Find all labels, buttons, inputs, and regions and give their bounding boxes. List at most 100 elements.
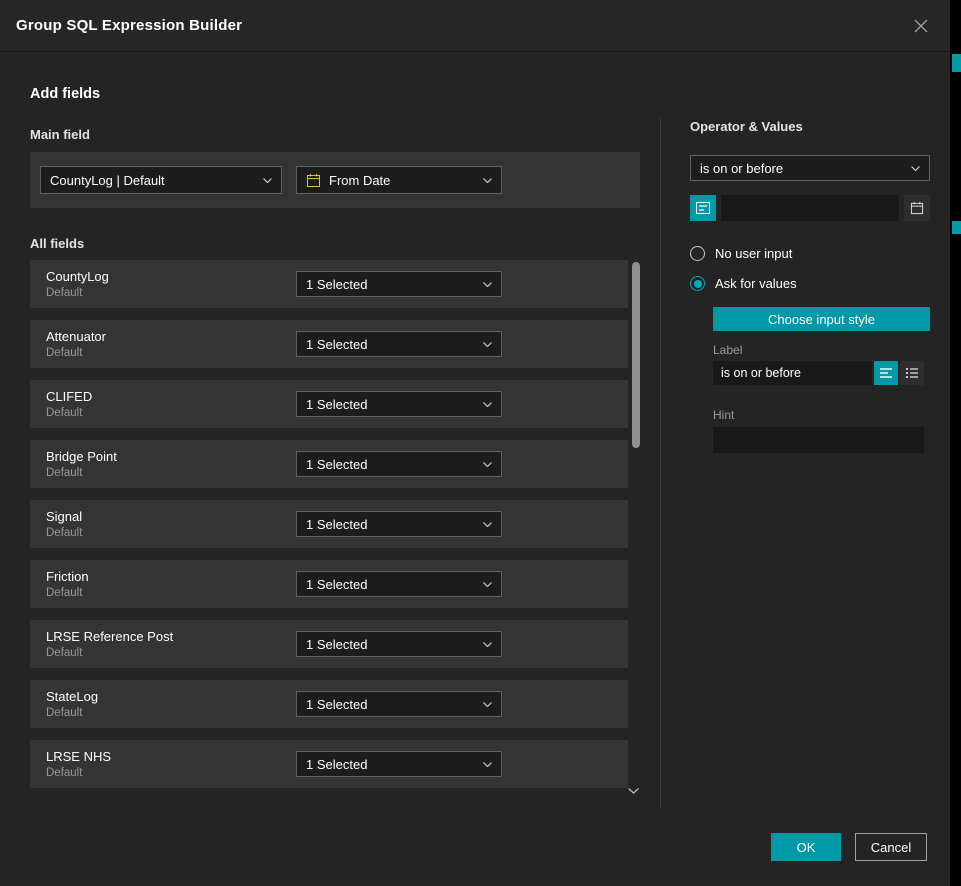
field-info: CLIFED Default — [46, 389, 92, 419]
cancel-button[interactable]: Cancel — [855, 833, 927, 861]
field-selection-dropdown[interactable]: 1 Selected — [296, 391, 502, 417]
operator-dropdown-value: is on or before — [700, 161, 905, 176]
field-name: Friction — [46, 569, 89, 584]
field-name: Signal — [46, 509, 82, 524]
chevron-down-icon — [911, 166, 920, 171]
field-info: Bridge Point Default — [46, 449, 117, 479]
dropdown-value: 1 Selected — [306, 637, 477, 652]
underlying-page-fragment — [952, 54, 961, 72]
field-selection-dropdown[interactable]: 1 Selected — [296, 331, 502, 357]
label-input-row — [713, 361, 930, 385]
main-layer-dropdown[interactable]: CountyLog | Default — [40, 166, 282, 194]
field-row-friction: Friction Default 1 Selected — [30, 560, 628, 608]
field-row-statelog: StateLog Default 1 Selected — [30, 680, 628, 728]
scrollbar-thumb[interactable] — [632, 262, 640, 448]
field-info: Attenuator Default — [46, 329, 106, 359]
single-line-style-button[interactable] — [874, 361, 898, 385]
radio-label: Ask for values — [715, 276, 797, 291]
ok-button[interactable]: OK — [771, 833, 841, 861]
operator-values-heading: Operator & Values — [690, 119, 930, 134]
operator-dropdown[interactable]: is on or before — [690, 155, 930, 181]
add-fields-heading: Add fields — [30, 86, 640, 102]
chevron-down-icon — [483, 178, 492, 183]
field-name: Bridge Point — [46, 449, 117, 464]
field-name: CLIFED — [46, 389, 92, 404]
main-layer-dropdown-value: CountyLog | Default — [50, 173, 257, 188]
chevron-down-icon — [483, 702, 492, 707]
date-picker-button[interactable] — [904, 195, 930, 221]
field-selection-dropdown[interactable]: 1 Selected — [296, 511, 502, 537]
chevron-down-icon — [483, 402, 492, 407]
field-row-clifed: CLIFED Default 1 Selected — [30, 380, 628, 428]
hint-input[interactable] — [713, 427, 924, 453]
field-name: StateLog — [46, 689, 98, 704]
field-selection-dropdown[interactable]: 1 Selected — [296, 451, 502, 477]
main-date-field-dropdown[interactable]: From Date — [296, 166, 502, 194]
dropdown-value: 1 Selected — [306, 577, 477, 592]
chevron-down-icon — [483, 282, 492, 287]
calendar-icon — [910, 201, 924, 215]
main-field-panel: CountyLog | Default From Date — [30, 152, 640, 208]
scroll-down-arrow-icon[interactable] — [628, 788, 639, 794]
chevron-down-icon — [483, 462, 492, 467]
set-value-from-field-button[interactable] — [690, 195, 716, 221]
dialog-footer: OK Cancel — [771, 833, 927, 861]
add-fields-section: Add fields Main field CountyLog | Defaul… — [30, 80, 640, 788]
field-selection-dropdown[interactable]: 1 Selected — [296, 751, 502, 777]
radio-circle-selected-icon — [690, 276, 705, 291]
all-fields-list: CountyLog Default 1 Selected Attenuator … — [30, 260, 628, 788]
field-sublabel: Default — [46, 467, 117, 479]
dropdown-value: 1 Selected — [306, 757, 477, 772]
field-info: Friction Default — [46, 569, 89, 599]
radio-ask-for-values[interactable]: Ask for values — [690, 276, 930, 291]
screen: Group SQL Expression Builder Add fields … — [0, 0, 961, 886]
list-style-icon — [906, 368, 918, 378]
value-input[interactable] — [721, 195, 899, 221]
choose-input-style-button[interactable]: Choose input style — [713, 307, 930, 331]
dropdown-value: 1 Selected — [306, 697, 477, 712]
dropdown-value: 1 Selected — [306, 397, 477, 412]
value-input-row — [690, 195, 930, 221]
radio-circle-icon — [690, 246, 705, 261]
list-scrollbar[interactable] — [632, 262, 640, 776]
close-button[interactable] — [908, 13, 934, 39]
chevron-down-icon — [483, 342, 492, 347]
radio-no-user-input[interactable]: No user input — [690, 246, 930, 261]
field-name: LRSE Reference Post — [46, 629, 173, 644]
field-sublabel: Default — [46, 587, 89, 599]
list-style-button[interactable] — [900, 361, 924, 385]
label-input[interactable] — [713, 361, 872, 385]
field-name: Attenuator — [46, 329, 106, 344]
close-icon — [914, 19, 928, 33]
field-info: Signal Default — [46, 509, 82, 539]
radio-label: No user input — [715, 246, 792, 261]
chevron-down-icon — [483, 522, 492, 527]
chevron-down-icon — [483, 762, 492, 767]
label-caption: Label — [713, 343, 930, 357]
field-sublabel: Default — [46, 707, 98, 719]
field-selection-dropdown[interactable]: 1 Selected — [296, 571, 502, 597]
single-line-style-icon — [880, 368, 892, 378]
chevron-down-icon — [263, 178, 272, 183]
field-selection-dropdown[interactable]: 1 Selected — [296, 271, 502, 297]
field-sublabel: Default — [46, 347, 106, 359]
calendar-icon — [306, 173, 321, 188]
main-date-field-value: From Date — [329, 173, 469, 188]
main-field-label: Main field — [30, 127, 640, 142]
field-row-signal: Signal Default 1 Selected — [30, 500, 628, 548]
dialog-title: Group SQL Expression Builder — [16, 17, 242, 34]
field-sublabel: Default — [46, 287, 109, 299]
field-name: LRSE NHS — [46, 749, 111, 764]
hint-caption: Hint — [713, 408, 930, 422]
field-row-attenuator: Attenuator Default 1 Selected — [30, 320, 628, 368]
field-info: StateLog Default — [46, 689, 98, 719]
chevron-down-icon — [483, 582, 492, 587]
dialog-titlebar: Group SQL Expression Builder — [0, 0, 950, 52]
field-row-countylog: CountyLog Default 1 Selected — [30, 260, 628, 308]
field-row-lrse-nhs: LRSE NHS Default 1 Selected — [30, 740, 628, 788]
field-selection-dropdown[interactable]: 1 Selected — [296, 631, 502, 657]
field-selection-dropdown[interactable]: 1 Selected — [296, 691, 502, 717]
all-fields-label: All fields — [30, 236, 640, 251]
operator-values-section: Operator & Values is on or before — [690, 119, 930, 453]
vertical-divider — [660, 118, 661, 808]
